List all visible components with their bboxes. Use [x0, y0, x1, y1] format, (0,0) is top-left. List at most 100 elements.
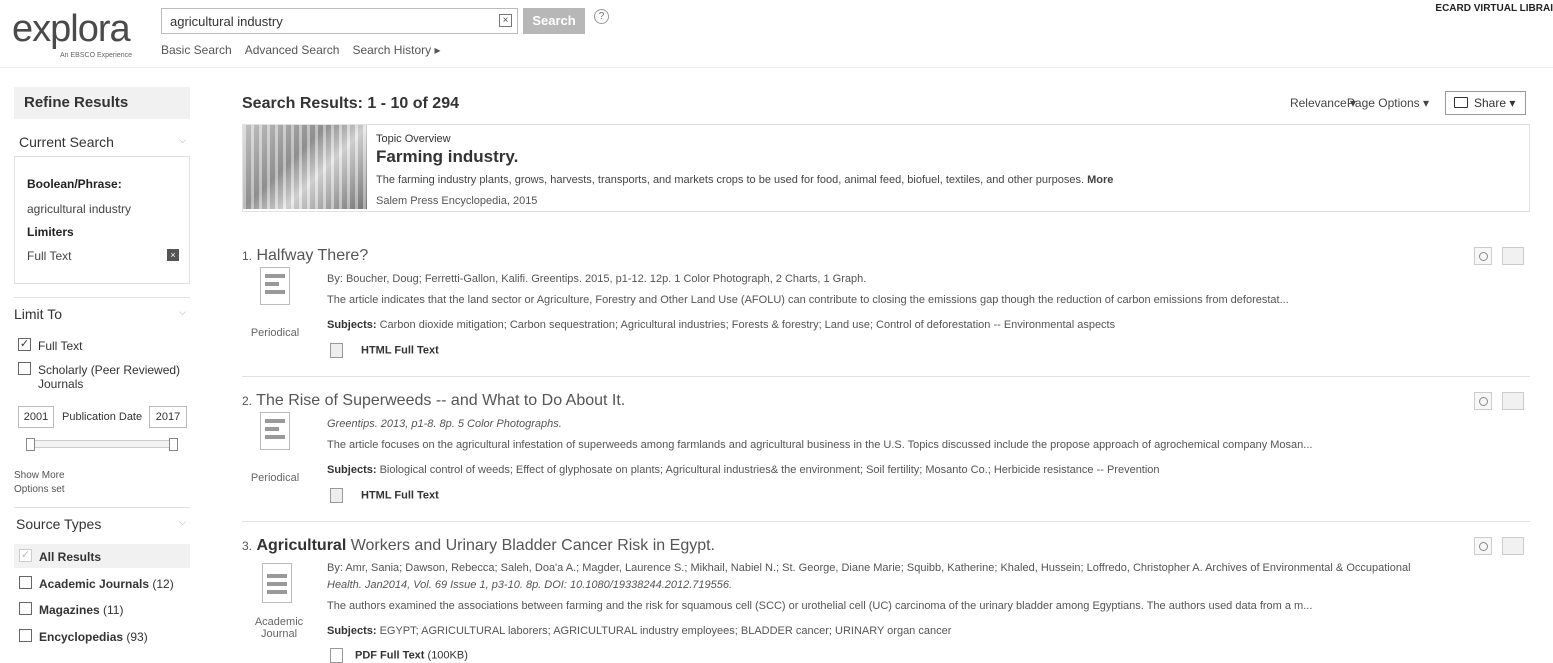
topic-title[interactable]: Farming industry.	[376, 147, 518, 167]
magazines-label: Magazines	[39, 603, 100, 617]
add-to-folder-icon[interactable]	[1502, 392, 1524, 410]
preview-icon[interactable]	[1474, 392, 1492, 410]
divider	[14, 507, 190, 508]
chevron-down-icon[interactable]: ⌵	[179, 517, 186, 528]
source-types-title[interactable]: Source Types	[16, 516, 101, 532]
subjects-value[interactable]: Carbon dioxide mitigation; Carbon seques…	[380, 319, 1116, 331]
date-to-input[interactable]: 2017	[149, 406, 187, 428]
slider-handle-right[interactable]	[169, 438, 178, 451]
share-label: Share ▾	[1474, 96, 1516, 110]
scholarly-label[interactable]: Scholarly (Peer Reviewed)	[38, 363, 180, 377]
search-history-link[interactable]: Search History ▸	[352, 43, 440, 57]
magazines-checkbox[interactable]	[19, 602, 32, 615]
html-full-text-icon	[330, 343, 343, 358]
full-text-checkbox[interactable]: ✓	[18, 338, 31, 351]
limit-to-title[interactable]: Limit To	[14, 306, 62, 322]
result-subjects: Subjects: Biological control of weeds; E…	[327, 464, 1160, 476]
boolean-label: Boolean/Phrase:	[27, 177, 122, 191]
result-type: Periodical	[250, 472, 300, 484]
result-type: Academic	[254, 616, 304, 628]
academic-journals-checkbox[interactable]	[19, 576, 32, 589]
all-results-label[interactable]: All Results	[39, 550, 101, 564]
result-divider	[242, 521, 1530, 522]
remove-limiter-icon[interactable]: ×	[167, 249, 179, 261]
academic-journal-icon[interactable]	[260, 563, 296, 607]
pdf-size: (100KB)	[427, 649, 468, 662]
result-byline-line2: Health. Jan2014, Vol. 69 Issue 1, p3-10.…	[327, 579, 733, 591]
result-type: Periodical	[250, 327, 300, 339]
topic-more-link[interactable]: More	[1087, 174, 1113, 186]
subjects-value[interactable]: EGYPT; AGRICULTURAL laborers; AGRICULTUR…	[380, 625, 952, 637]
subjects-label: Subjects:	[327, 319, 377, 331]
page-options-dropdown[interactable]: Page Options ▾	[1347, 96, 1429, 110]
html-full-text-link[interactable]: HTML Full Text	[330, 343, 439, 358]
institution-name: ECARD VIRTUAL LIBRAI	[1435, 3, 1553, 14]
scholarly-label-line2[interactable]: Journals	[38, 377, 83, 391]
topic-image[interactable]	[243, 125, 367, 209]
search-button[interactable]: Search	[523, 8, 585, 34]
results-title: Search Results: 1 - 10 of 294	[242, 95, 459, 112]
html-full-text-link[interactable]: HTML Full Text	[330, 488, 439, 503]
share-button[interactable]: Share ▾	[1445, 91, 1526, 115]
magazines-count: (11)	[103, 603, 124, 617]
result-actions	[1466, 535, 1526, 557]
topic-label: Topic Overview	[376, 133, 451, 145]
advanced-search-link[interactable]: Advanced Search	[245, 43, 340, 57]
slider-handle-left[interactable]	[26, 438, 35, 451]
result-title[interactable]: Halfway There?	[256, 247, 368, 264]
all-results-checkbox[interactable]: ✓	[19, 549, 32, 562]
encyclopedias-checkbox[interactable]	[19, 629, 32, 642]
search-input[interactable]	[162, 9, 492, 33]
current-search-box: Boolean/Phrase: agricultural industry Li…	[14, 156, 190, 284]
scholarly-checkbox[interactable]	[18, 362, 31, 375]
preview-icon[interactable]	[1474, 247, 1492, 265]
show-more-link[interactable]: Show More	[14, 470, 65, 481]
result-title-row: 2. The Rise of Superweeds -- and What to…	[242, 392, 625, 410]
result-item: 2. The Rise of Superweeds -- and What to…	[242, 392, 1530, 512]
chevron-down-icon[interactable]: ⌵	[179, 135, 186, 146]
result-item: 1. Halfway There? Periodical By: Boucher…	[242, 247, 1530, 367]
subjects-value[interactable]: Biological control of weeds; Effect of g…	[380, 464, 1160, 476]
doc-page	[260, 267, 290, 305]
academic-journals-option[interactable]: Academic Journals (12)	[39, 577, 174, 591]
add-to-folder-icon[interactable]	[1502, 537, 1524, 555]
explora-logo[interactable]: explora An EBSCO Experience	[12, 10, 142, 60]
full-text-label[interactable]: Full Text	[38, 339, 82, 353]
result-actions	[1466, 245, 1526, 267]
result-title[interactable]: The Rise of Superweeds -- and What to Do…	[256, 392, 625, 409]
result-byline: Greentips. 2013, p1-8. 8p. 5 Color Photo…	[327, 418, 562, 430]
encyclopedias-count: (93)	[126, 630, 148, 644]
help-icon[interactable]: ?	[594, 9, 609, 24]
topic-desc-text: The farming industry plants, grows, harv…	[376, 174, 1085, 186]
preview-icon[interactable]	[1474, 537, 1492, 555]
current-search-title[interactable]: Current Search	[19, 134, 114, 150]
periodical-icon[interactable]	[260, 267, 296, 311]
date-from-input[interactable]: 2001	[18, 406, 54, 428]
add-to-folder-icon[interactable]	[1502, 247, 1524, 265]
options-set-link[interactable]: Options set	[14, 484, 65, 495]
result-title-row: 1. Halfway There?	[242, 247, 368, 265]
result-type-line2: Journal	[260, 628, 298, 640]
result-number: 3.	[242, 539, 253, 553]
result-title-bold[interactable]: Agricultural	[256, 537, 346, 554]
html-full-text-icon	[330, 488, 343, 503]
doc-page	[262, 563, 292, 603]
periodical-icon[interactable]	[260, 412, 296, 456]
chevron-down-icon[interactable]: ⌵	[179, 307, 186, 318]
html-full-text-label: HTML Full Text	[361, 344, 439, 357]
doc-page	[260, 412, 290, 450]
basic-search-link[interactable]: Basic Search	[161, 43, 232, 57]
topic-overview-box: Topic Overview Farming industry. The far…	[242, 124, 1530, 212]
refine-results-title: Refine Results	[14, 87, 190, 119]
pdf-full-text-link[interactable]: PDF Full Text (100KB)	[330, 648, 468, 663]
result-title[interactable]: Workers and Urinary Bladder Cancer Risk …	[346, 537, 715, 554]
magazines-option[interactable]: Magazines (11)	[39, 603, 123, 617]
date-slider[interactable]	[26, 438, 178, 451]
result-number: 2.	[242, 394, 253, 408]
search-box: ×	[161, 8, 518, 34]
search-mode-links: Basic Search Advanced Search Search Histor…	[161, 43, 454, 57]
encyclopedias-option[interactable]: Encyclopedias (93)	[39, 630, 148, 644]
share-icon	[1454, 97, 1468, 108]
boolean-value: agricultural industry	[27, 202, 132, 216]
clear-search-icon[interactable]: ×	[499, 14, 512, 27]
